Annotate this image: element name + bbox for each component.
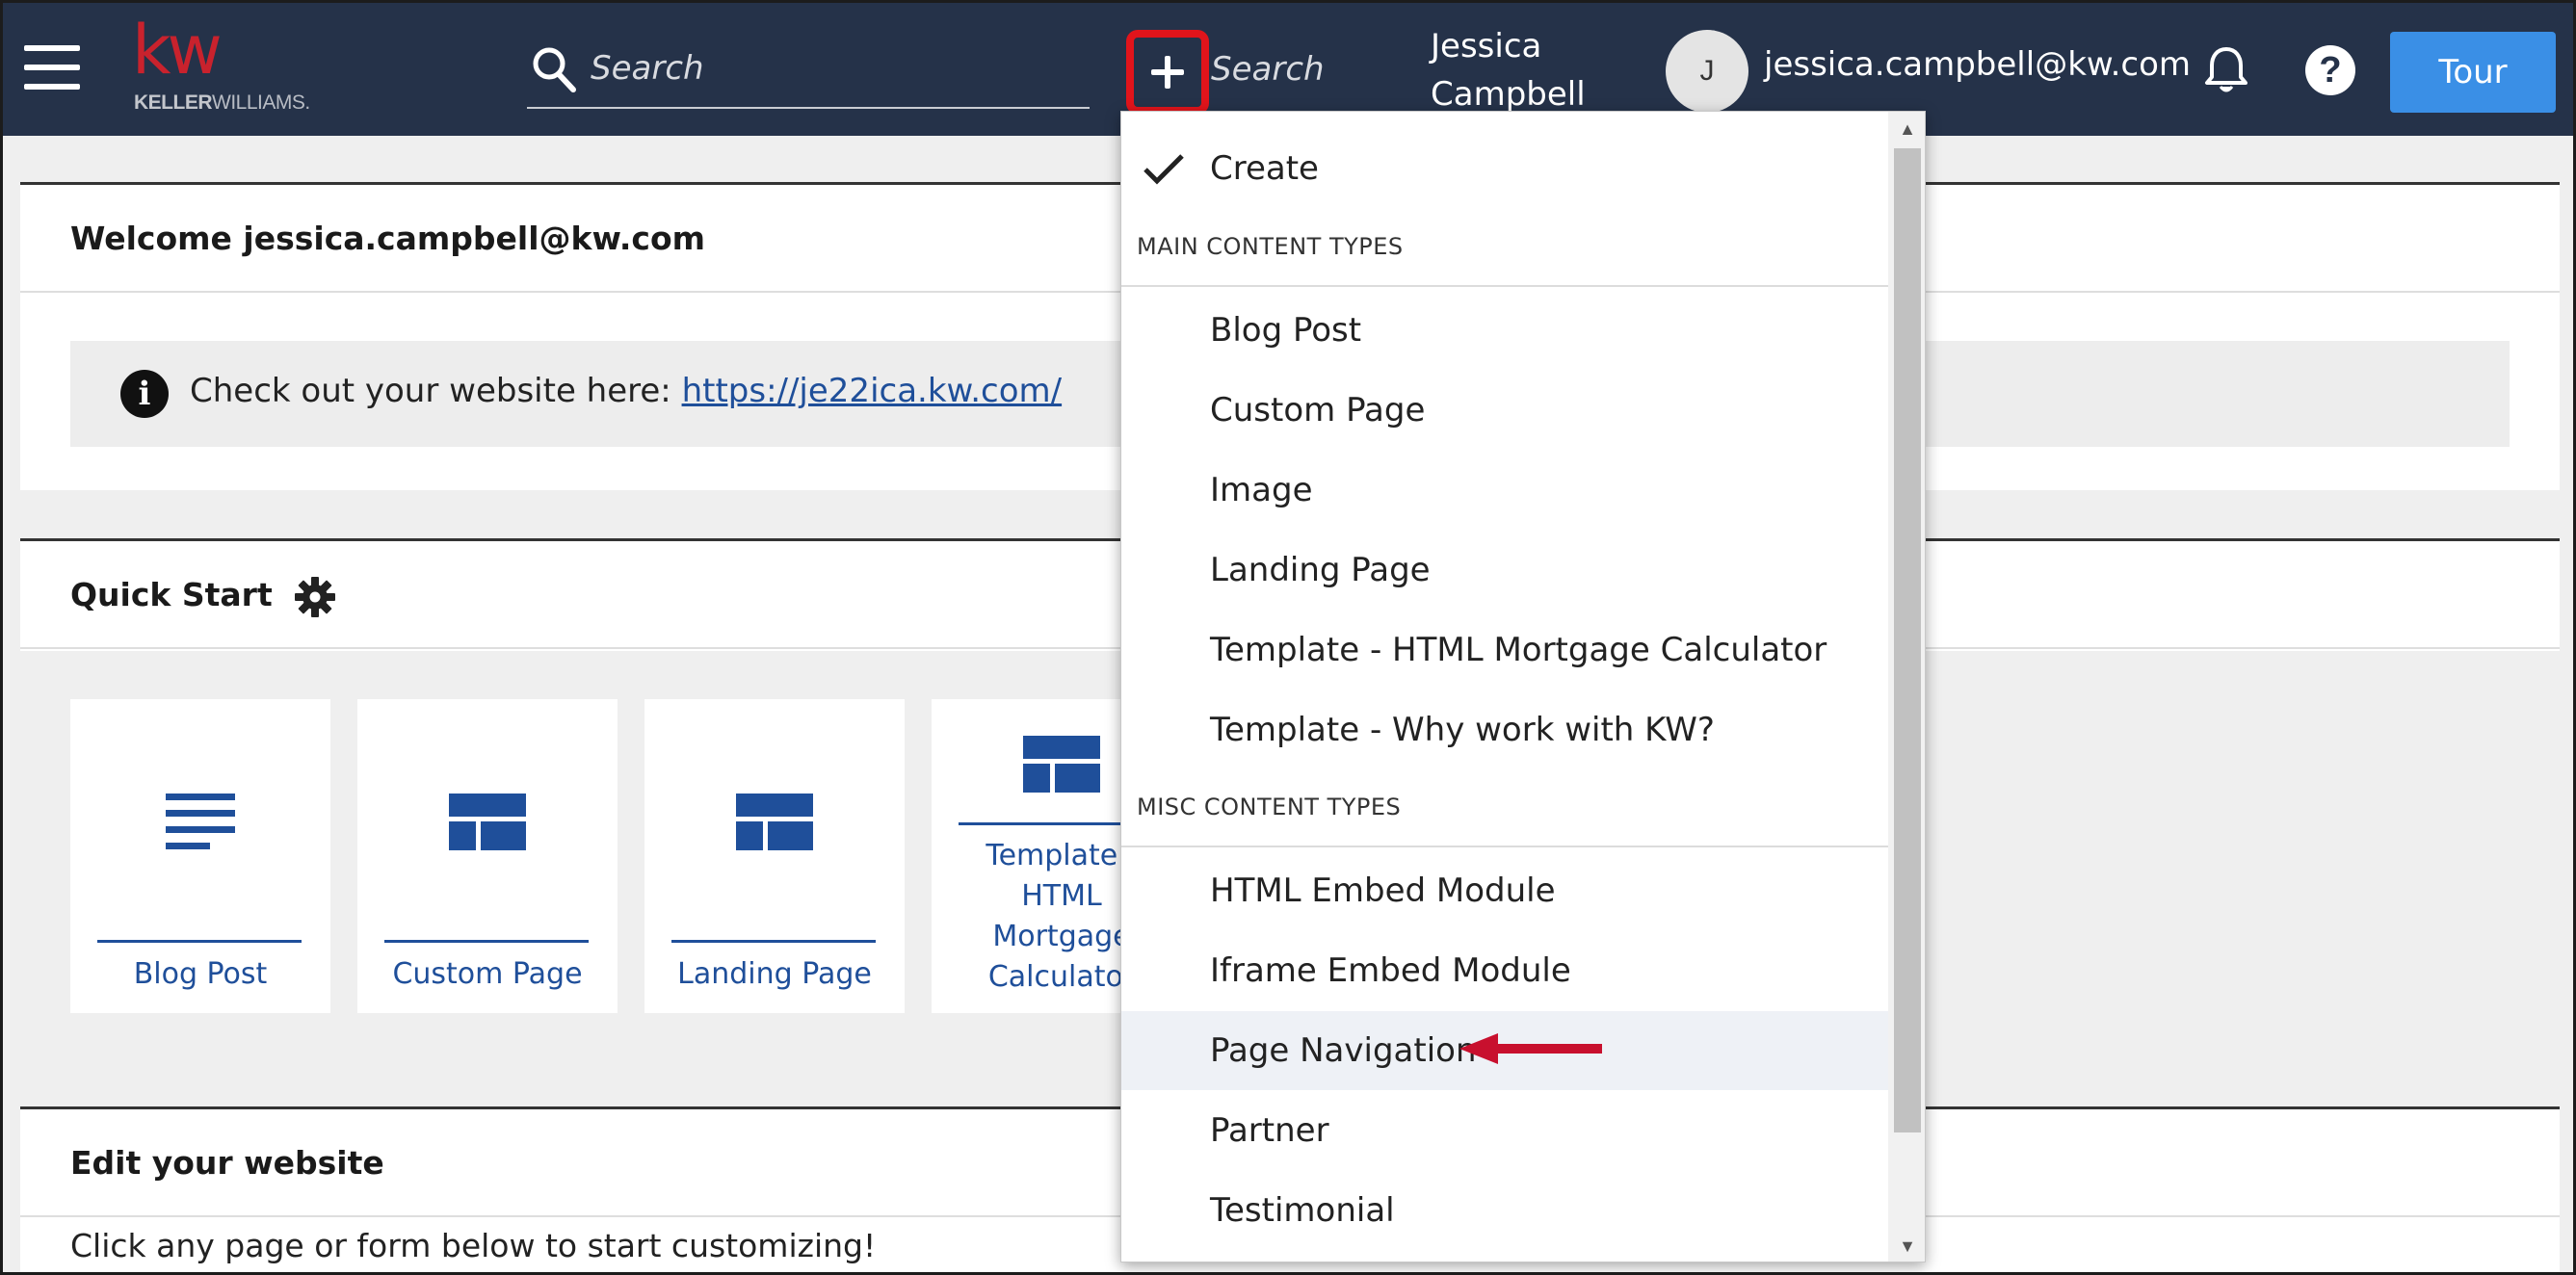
search-icon (533, 47, 576, 92)
dropdown-list: Create MAIN CONTENT TYPES Blog Post Cust… (1121, 112, 1888, 1262)
kw-logo[interactable]: kw KELLERWILLIAMS. (132, 16, 325, 117)
scroll-down-arrow-icon[interactable]: ▼ (1888, 1229, 1925, 1262)
card-divider (97, 940, 302, 943)
misc-content-types-header: MISC CONTENT TYPES (1137, 794, 1402, 820)
website-link[interactable]: https://je22ica.kw.com/ (682, 372, 1063, 410)
avatar[interactable]: J (1666, 30, 1748, 113)
bell-icon[interactable] (2203, 45, 2249, 95)
user-name: Jessica Campbell (1431, 27, 1586, 114)
dropdown-item-partner[interactable]: Partner (1121, 1091, 1888, 1170)
help-icon[interactable]: ? (2305, 45, 2355, 95)
quick-start-title: Quick Start (70, 576, 273, 613)
card-label: Blog Post (133, 957, 268, 991)
logo-mark: kw (132, 11, 223, 90)
dropdown-scrollbar[interactable]: ▲ ▼ (1888, 112, 1925, 1262)
card-label: Landing Page (677, 957, 872, 991)
dropdown-item-landing-page[interactable]: Landing Page (1121, 531, 1888, 610)
dropdown-item-template-why-kw[interactable]: Template - Why work with KW? (1121, 690, 1888, 769)
dropdown-item-blog-post[interactable]: Blog Post (1121, 291, 1888, 370)
notice-text: Check out your website here: https://je2… (190, 372, 1063, 410)
dropdown-divider (1121, 285, 1888, 287)
card-label: Custom Page (392, 957, 583, 991)
app-window: kw KELLERWILLIAMS. Jessica Campbell J je… (0, 0, 2576, 1275)
layout-icon (736, 794, 813, 850)
create-plus-button[interactable] (1126, 30, 1209, 115)
scroll-up-arrow-icon[interactable]: ▲ (1888, 112, 1925, 146)
quick-card-blog-post[interactable]: Blog Post (70, 699, 330, 1013)
dropdown-divider (1121, 846, 1888, 847)
user-email[interactable]: jessica.campbell@kw.com (1764, 45, 2191, 84)
dropdown-item-html-embed[interactable]: HTML Embed Module (1121, 851, 1888, 930)
dropdown-item-template-mortgage[interactable]: Template - HTML Mortgage Calculator (1121, 611, 1888, 690)
gear-icon[interactable] (294, 576, 336, 618)
dropdown-item-testimonial[interactable]: Testimonial (1121, 1171, 1888, 1250)
layout-icon (449, 794, 526, 850)
menu-icon[interactable] (24, 45, 80, 90)
create-search-input[interactable] (1211, 43, 1332, 95)
dropdown-item-custom-page[interactable]: Custom Page (1121, 371, 1888, 450)
quick-card-landing-page[interactable]: Landing Page (644, 699, 905, 1013)
search-input[interactable] (591, 39, 1072, 97)
dropdown-item-create[interactable]: Create (1121, 129, 1888, 208)
card-divider (384, 940, 589, 943)
logo-wordmark: KELLERWILLIAMS. (134, 91, 310, 114)
create-search (1209, 36, 1334, 113)
global-search (527, 36, 1090, 109)
layout-icon (1023, 736, 1100, 793)
dropdown-item-image[interactable]: Image (1121, 451, 1888, 530)
card-divider (671, 940, 876, 943)
checkmark-icon (1143, 154, 1184, 185)
info-icon: i (120, 370, 169, 418)
edit-subtitle: Click any page or form below to start cu… (70, 1227, 877, 1264)
main-content-types-header: MAIN CONTENT TYPES (1137, 233, 1404, 260)
tour-button[interactable]: Tour (2390, 32, 2556, 113)
scroll-thumb[interactable] (1894, 148, 1921, 1132)
quick-card-custom-page[interactable]: Custom Page (357, 699, 618, 1013)
lines-icon (166, 794, 235, 849)
create-dropdown: Create MAIN CONTENT TYPES Blog Post Cust… (1120, 111, 1926, 1262)
annotation-arrow-icon (1459, 1033, 1602, 1064)
dropdown-item-iframe-embed[interactable]: Iframe Embed Module (1121, 931, 1888, 1010)
